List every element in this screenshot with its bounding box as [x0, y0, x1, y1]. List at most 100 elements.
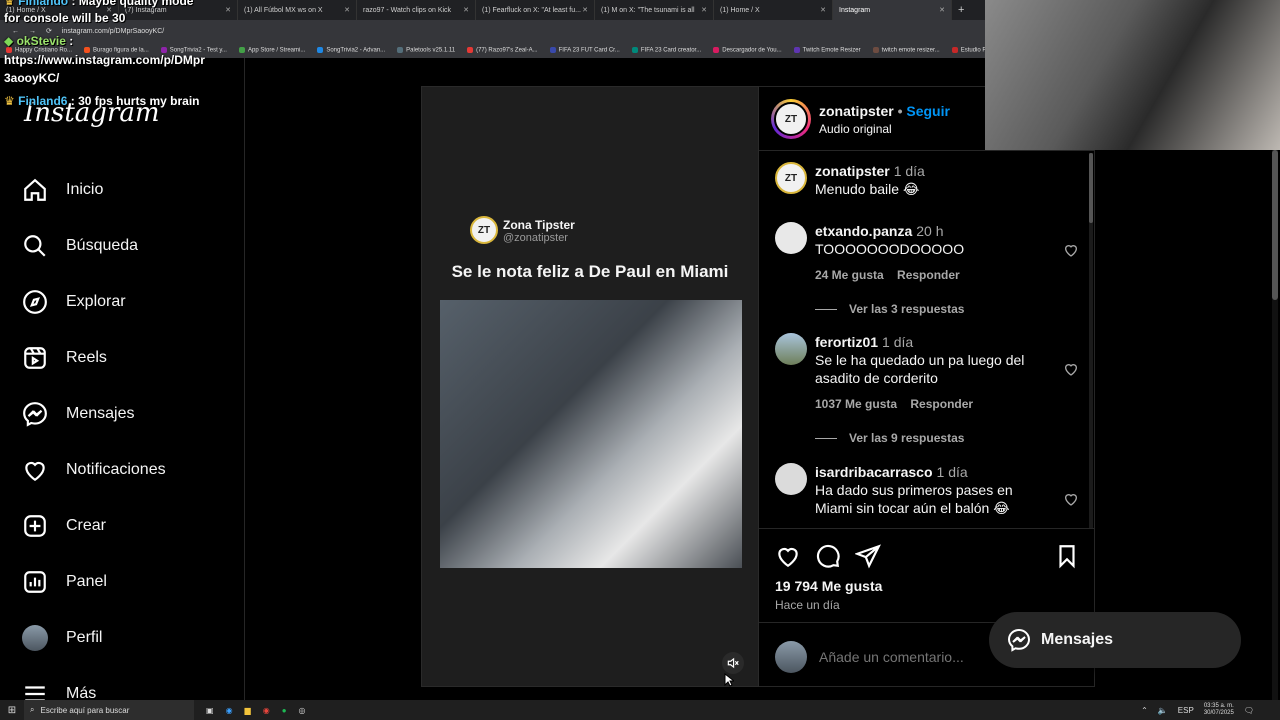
- bookmark-item[interactable]: App Store / Streami...: [238, 46, 305, 53]
- bookmark-item[interactable]: Estudio Pri...: [951, 46, 985, 53]
- sidebar-item-crear[interactable]: Crear: [22, 513, 106, 539]
- bookmark-item[interactable]: (77) Razo97's Zeal-A...: [467, 46, 538, 53]
- browser-tab[interactable]: razo97 - Watch clips on Kick ✕: [357, 0, 476, 20]
- edge-icon[interactable]: ◉: [226, 706, 233, 715]
- comment-likes[interactable]: 1037 Me gusta: [815, 397, 897, 411]
- bookmark-item[interactable]: FIFA 23 FUT Card Cr...: [549, 46, 620, 53]
- close-icon[interactable]: ✕: [463, 6, 469, 14]
- bookmark-favicon-icon: [549, 46, 556, 53]
- likes-count[interactable]: 19 794 Me gusta: [775, 578, 882, 594]
- divider: [759, 150, 1095, 151]
- zona-tipster-logo: ZT: [470, 216, 498, 244]
- dashboard-icon: [24, 571, 46, 593]
- comment-input[interactable]: [819, 645, 999, 669]
- comment-username[interactable]: isardribacarrasco: [815, 464, 933, 480]
- close-icon[interactable]: ✕: [582, 6, 588, 14]
- reply-button[interactable]: Responder: [897, 268, 960, 282]
- bookmark-item[interactable]: Twitch Emote Resizer: [793, 46, 861, 53]
- sidebar-item-busqueda[interactable]: Búsqueda: [22, 233, 138, 259]
- bookmark-item[interactable]: twitch emote resizer...: [872, 46, 940, 53]
- close-icon[interactable]: ✕: [701, 6, 707, 14]
- close-icon[interactable]: ✕: [820, 6, 826, 14]
- mute-button[interactable]: [722, 652, 744, 674]
- like-icon[interactable]: [775, 543, 801, 569]
- reply-button[interactable]: Responder: [910, 397, 973, 411]
- view-replies-button[interactable]: Ver las 9 respuestas: [849, 431, 964, 445]
- bookmark-icon[interactable]: [1054, 543, 1080, 569]
- comment-text: Menudo baile 😂: [815, 181, 920, 197]
- browser-tab-active[interactable]: Instagram ✕: [833, 0, 952, 20]
- chat-line: ♛ Finland6 : 30 fps hurts my brain: [4, 94, 200, 108]
- comment-username[interactable]: zonatipster: [815, 163, 890, 179]
- task-view-icon[interactable]: ▣: [206, 706, 214, 715]
- browser-tab[interactable]: (1) M on X: "The tsunami is all ✕: [595, 0, 714, 20]
- taskbar-search[interactable]: ⌕ Escribe aquí para buscar: [24, 700, 194, 720]
- heart-icon[interactable]: [1063, 361, 1079, 377]
- clock[interactable]: 03:35 a. m. 30/07/2025: [1204, 703, 1234, 717]
- comment-avatar[interactable]: [775, 222, 807, 254]
- comment-time: 1 día: [936, 464, 968, 480]
- messenger-icon: [1007, 628, 1031, 652]
- language-indicator[interactable]: ESP: [1178, 706, 1194, 715]
- bookmark-item[interactable]: Paletools v25.1.11: [397, 46, 455, 53]
- address-bar[interactable]: ← → ⟳ instagram.com/p/DMprSaooyKC/: [0, 20, 985, 42]
- sidebar-item-reels[interactable]: Reels: [22, 345, 107, 371]
- close-icon[interactable]: ✕: [344, 6, 350, 14]
- sidebar-item-mensajes[interactable]: Mensajes: [22, 401, 134, 427]
- comment-username[interactable]: ferortiz01: [815, 334, 878, 350]
- author-avatar-ring[interactable]: ZT: [771, 99, 811, 139]
- home-icon: [24, 178, 46, 201]
- view-replies-button[interactable]: Ver las 3 respuestas: [849, 302, 964, 316]
- comments-scrollbar[interactable]: [1089, 153, 1093, 528]
- bookmark-favicon-icon: [238, 46, 245, 53]
- webcam-overlay: [985, 0, 1280, 150]
- sidebar-item-perfil[interactable]: Perfil: [22, 625, 102, 651]
- media-caption: Se le nota feliz a De Paul en Miami: [451, 262, 729, 281]
- comment-likes[interactable]: 24 Me gusta: [815, 268, 884, 282]
- messages-button[interactable]: Mensajes: [989, 612, 1241, 668]
- comment-text: TOOOOOOODOOOOO: [815, 241, 965, 257]
- post-photo: [440, 300, 742, 568]
- bookmark-item[interactable]: Descargador de You...: [713, 46, 782, 53]
- author-username[interactable]: zonatipster: [819, 103, 894, 119]
- volume-icon[interactable]: 🔈: [1158, 706, 1168, 715]
- url-text[interactable]: instagram.com/p/DMprSaooyKC/: [62, 28, 164, 35]
- scrollbar-thumb[interactable]: [1272, 150, 1278, 300]
- follow-button[interactable]: Seguir: [906, 103, 950, 119]
- share-icon[interactable]: [855, 543, 881, 569]
- browser-tab[interactable]: (1) All Fútbol MX ws on X ✕: [238, 0, 357, 20]
- heart-icon[interactable]: [1063, 491, 1079, 507]
- notification-icon[interactable]: 🗨: [1244, 706, 1254, 715]
- sidebar-item-panel[interactable]: Panel: [22, 569, 107, 595]
- heart-icon[interactable]: [1063, 242, 1079, 258]
- comment-avatar[interactable]: [775, 333, 807, 365]
- obs-icon[interactable]: ◎: [299, 706, 306, 715]
- browser-tab[interactable]: (1) Home / X ✕: [714, 0, 833, 20]
- comment-text: Ha dado sus primeros pases en Miami sin …: [815, 482, 1013, 516]
- folder-icon[interactable]: ▆: [245, 706, 251, 715]
- page-scrollbar[interactable]: [1272, 150, 1278, 700]
- comment-username[interactable]: etxando.panza: [815, 223, 912, 239]
- system-tray-icon[interactable]: ⌃: [1141, 706, 1148, 715]
- sidebar-item-notificaciones[interactable]: Notificaciones: [22, 457, 166, 483]
- bookmark-favicon-icon: [872, 46, 879, 53]
- spotify-icon[interactable]: ●: [282, 706, 287, 715]
- close-icon[interactable]: ✕: [225, 6, 231, 14]
- sidebar-item-explorar[interactable]: Explorar: [22, 289, 126, 315]
- close-icon[interactable]: ✕: [939, 6, 945, 14]
- browser-tab[interactable]: (1) Fearfluck on X: "At least fu... ✕: [476, 0, 595, 20]
- new-tab-icon[interactable]: +: [952, 4, 964, 16]
- chrome-icon[interactable]: ◉: [263, 706, 270, 715]
- badge-icon: ◆: [4, 34, 14, 48]
- audio-label[interactable]: Audio original: [819, 122, 892, 136]
- comment-avatar[interactable]: ZT: [775, 162, 807, 194]
- sidebar-item-inicio[interactable]: Inicio: [22, 177, 103, 203]
- comment-icon[interactable]: [815, 543, 841, 569]
- windows-start-icon[interactable]: ⊞: [0, 705, 24, 716]
- bookmark-favicon-icon: [793, 46, 800, 53]
- chat-line: https://www.instagram.com/p/DMpr: [4, 53, 205, 67]
- comment-avatar[interactable]: [775, 463, 807, 495]
- post-media[interactable]: ZT Zona Tipster @zonatipster Se le nota …: [421, 86, 759, 687]
- bookmark-item[interactable]: SongTrivia2 - Advan...: [317, 46, 385, 53]
- bookmark-item[interactable]: FIFA 23 Card creator...: [631, 46, 701, 53]
